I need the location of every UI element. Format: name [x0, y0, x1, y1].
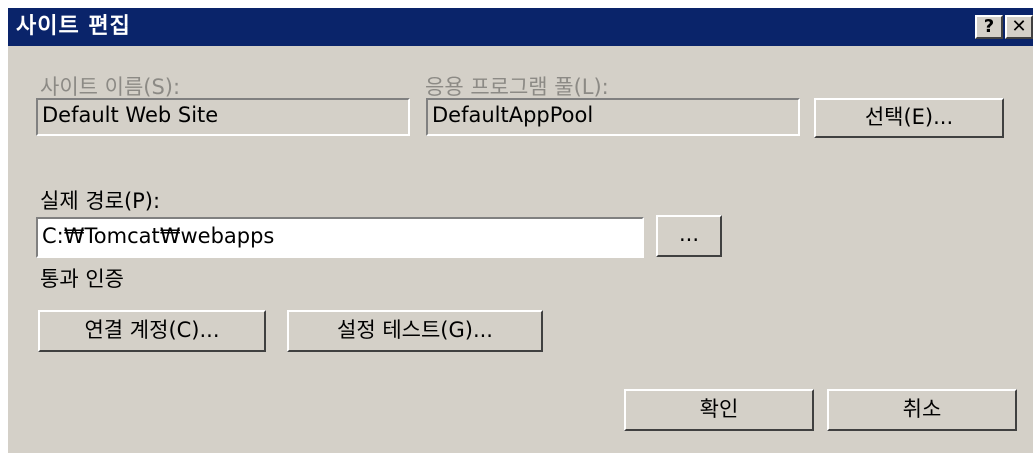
site-name-field[interactable]: Default Web Site	[36, 98, 410, 136]
dialog-title: 사이트 편집	[16, 14, 131, 39]
cancel-button[interactable]: 취소	[827, 389, 1017, 431]
title-bar: 사이트 편집 ? ✕	[8, 8, 1033, 46]
site-name-label: 사이트 이름(S):	[40, 75, 181, 99]
physical-path-label: 실제 경로(P):	[40, 189, 161, 213]
connect-as-button[interactable]: 연결 계정(C)...	[38, 310, 266, 352]
app-pool-label: 응용 프로그램 풀(L):	[425, 75, 609, 99]
help-button[interactable]: ?	[975, 15, 1003, 39]
test-settings-button[interactable]: 설정 테스트(G)...	[287, 310, 543, 352]
ok-button[interactable]: 확인	[624, 389, 814, 431]
pass-through-auth-label: 통과 인증	[40, 267, 124, 291]
app-pool-field[interactable]: DefaultAppPool	[426, 98, 800, 136]
close-button[interactable]: ✕	[1005, 15, 1033, 39]
close-icon: ✕	[1011, 16, 1027, 37]
physical-path-input[interactable]: C:₩Tomcat₩webapps	[36, 217, 644, 258]
edit-site-dialog: 사이트 편집 ? ✕ 사이트 이름(S): Default Web Site 응…	[8, 8, 1033, 453]
select-app-pool-button[interactable]: 선택(E)...	[814, 98, 1004, 138]
browse-button[interactable]: ...	[656, 215, 722, 257]
